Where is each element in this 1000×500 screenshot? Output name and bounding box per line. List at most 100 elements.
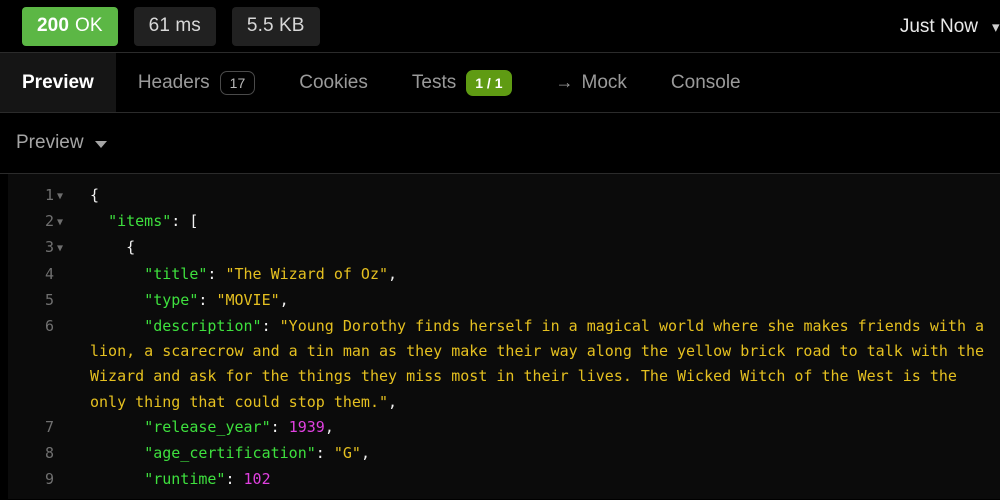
tab-label: Headers [137, 71, 210, 93]
chevron-down-icon [94, 141, 107, 148]
token-num: 1939 [288, 417, 325, 436]
token-punct: : [270, 417, 289, 436]
response-tab-bar: Preview Headers 17 Cookies Tests 1 / 1 → Mock Co… [0, 53, 1000, 113]
size-badge: 5.5 KB [231, 6, 320, 46]
token-punct: : [ [171, 212, 199, 231]
arrow-right-icon: → [555, 72, 574, 92]
token-punct [90, 212, 108, 230]
line-number: 7 [44, 417, 54, 436]
token-key: "runtime" [144, 470, 226, 489]
view-mode-label: Preview [16, 132, 84, 153]
line-number-gutter: 3 ▼ [8, 235, 70, 261]
tab-console[interactable]: Console [649, 53, 763, 112]
token-punct: : [198, 290, 217, 309]
count-badge: 17 [219, 70, 256, 95]
tab-label: Console [670, 71, 741, 93]
line-number: 1 [44, 186, 54, 204]
tab-headers[interactable]: Headers 17 [116, 53, 277, 112]
fold-spacer: ▼ [54, 289, 68, 314]
fold-spacer: ▼ [54, 468, 68, 493]
token-punct: , [324, 417, 334, 436]
code-line-content: "runtime": 102 [70, 467, 1000, 492]
token-str: "MOVIE" [216, 290, 280, 309]
code-line: 9▼ "runtime": 102 [8, 467, 1000, 493]
code-line-content: "release_year": 1939, [70, 415, 1000, 440]
code-line: 6▼ "description": "Young Dorothy finds h… [8, 314, 1000, 415]
token-key: "description" [144, 317, 262, 336]
json-code-area[interactable]: 1▼{2▼ "items": [3▼ {4▼ "title": "The Wiz… [8, 174, 1000, 499]
line-number-gutter: 6▼ [8, 314, 70, 340]
token-punct: : [261, 317, 280, 336]
fold-toggle-icon[interactable]: ▼ [54, 236, 68, 261]
code-line: 2 ▼ "items": [ [8, 209, 1000, 235]
view-mode-dropdown[interactable]: Preview [10, 128, 113, 158]
line-number-gutter: 2 ▼ [8, 209, 70, 235]
token-punct [90, 418, 144, 436]
preview-toolbar: Preview [0, 113, 1000, 174]
status-code: 200 [37, 15, 70, 36]
code-line-content: { [70, 183, 1000, 208]
fold-spacer: ▼ [54, 442, 68, 467]
response-status-bar: 200 OK 61 ms 5.5 KB Just Now ▾ [0, 0, 1000, 53]
token-punct: , [388, 264, 398, 283]
token-punct: : [315, 444, 334, 463]
code-line-content: { [70, 235, 1000, 260]
code-line-content: "items": [ [70, 209, 1000, 234]
code-line: 8▼ "age_certification": "G", [8, 441, 1000, 467]
token-key: "release_year" [144, 417, 271, 436]
token-num: 102 [243, 470, 271, 489]
token-punct: , [360, 444, 370, 463]
duration-badge: 61 ms [133, 6, 216, 46]
code-line: 3 ▼ { [8, 235, 1000, 261]
fold-toggle-icon[interactable]: ▼ [54, 184, 68, 209]
token-punct [90, 470, 144, 488]
line-number: 8 [44, 444, 54, 463]
chevron-down-icon[interactable]: ▾ [992, 18, 1000, 36]
line-number-gutter: 5▼ [8, 288, 70, 314]
fold-toggle-icon[interactable]: ▼ [54, 210, 68, 235]
status-bar-right: Just Now ▾ [900, 0, 1000, 53]
line-number-gutter: 4▼ [8, 262, 70, 288]
tab-preview[interactable]: Preview [0, 53, 116, 112]
tab-label: Preview [22, 71, 94, 93]
token-str: "The Wizard of Oz" [225, 264, 389, 283]
tab-tests[interactable]: Tests 1 / 1 [390, 53, 534, 112]
token-punct [90, 265, 144, 283]
status-badge: 200 OK [22, 6, 118, 46]
token-key: "title" [144, 264, 208, 283]
tab-mock[interactable]: → Mock [534, 53, 649, 112]
line-number: 3 [44, 238, 54, 257]
line-number: 9 [44, 470, 54, 489]
viewer-left-margin [0, 174, 8, 499]
response-body-viewer[interactable]: 1▼{2▼ "items": [3▼ {4▼ "title": "The Wiz… [0, 174, 1000, 499]
code-line: 5▼ "type": "MOVIE", [8, 288, 1000, 314]
code-line: 7▼ "release_year": 1939, [8, 415, 1000, 441]
token-punct: { [90, 186, 100, 204]
line-number-gutter: 7▼ [8, 415, 70, 441]
code-line-content: "type": "MOVIE", [70, 288, 1000, 313]
line-number: 4 [44, 264, 54, 283]
line-number: 2 [44, 212, 54, 231]
tab-label: Mock [581, 71, 627, 93]
tab-label: Tests [411, 71, 457, 93]
timestamp-label: Just Now [899, 15, 978, 37]
token-str: "G" [333, 444, 361, 463]
line-number: 5 [44, 290, 54, 309]
tab-label: Cookies [299, 71, 368, 93]
status-text: OK [75, 15, 103, 36]
token-punct: , [279, 290, 289, 309]
token-key: "type" [144, 290, 199, 309]
token-punct: : [207, 264, 226, 283]
line-number: 6 [44, 317, 54, 336]
token-punct [90, 291, 144, 309]
code-line-content: "age_certification": "G", [70, 441, 1000, 466]
fold-spacer: ▼ [54, 416, 68, 441]
token-key: "items" [108, 212, 172, 231]
tab-cookies[interactable]: Cookies [277, 53, 390, 112]
fold-spacer: ▼ [54, 263, 68, 288]
token-punct [90, 317, 144, 335]
fold-spacer: ▼ [54, 315, 68, 340]
code-line: 4▼ "title": "The Wizard of Oz", [8, 262, 1000, 288]
token-punct: { [90, 238, 136, 257]
token-punct: , [388, 392, 398, 411]
